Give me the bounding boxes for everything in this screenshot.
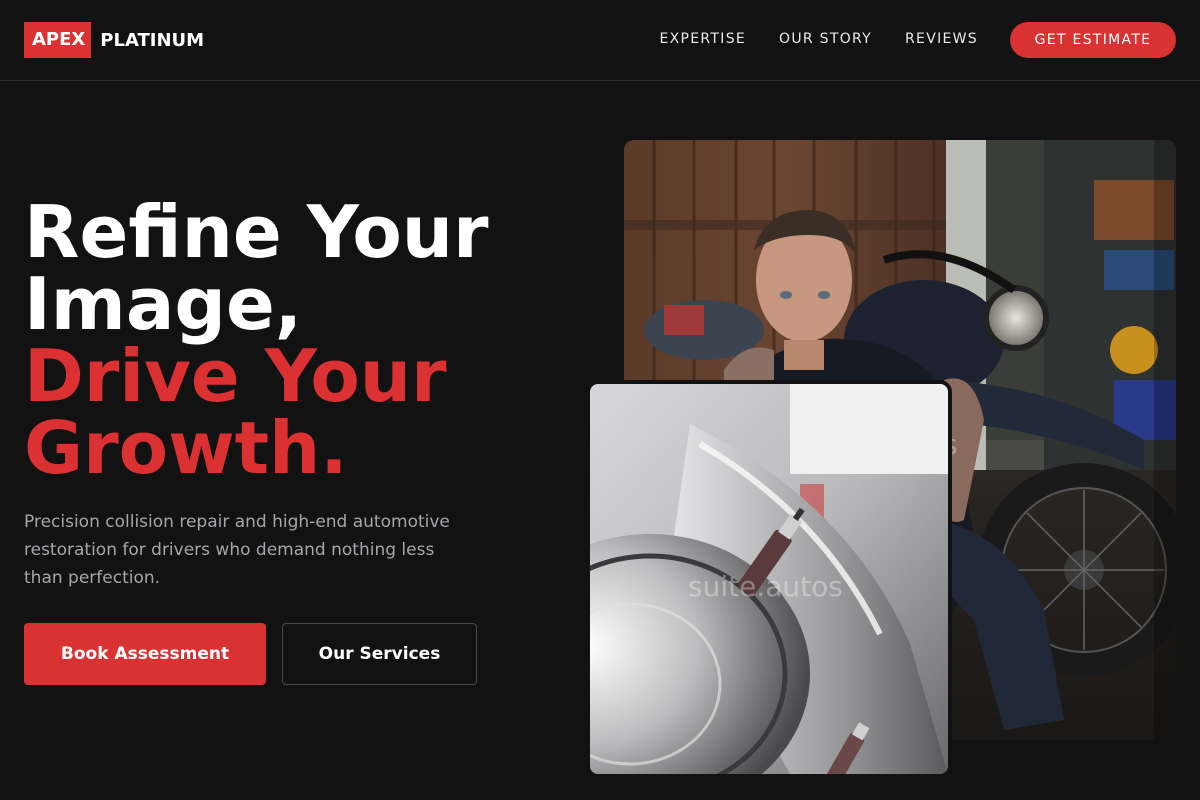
car-headlight-polishing-photo: suite.autos: [586, 380, 952, 778]
nav-link-expertise[interactable]: EXPERTISE: [659, 31, 746, 47]
logo-badge: APEX: [24, 22, 92, 58]
our-services-button[interactable]: Our Services: [282, 623, 477, 685]
headline-line-4: Growth.: [24, 406, 348, 490]
top-navigation: APEX PLATINUM EXPERTISE OUR STORY REVIEW…: [0, 0, 1200, 81]
headline-line-3: Drive Your: [24, 334, 447, 418]
front-photo-watermark: suite.autos: [688, 570, 843, 603]
headline-line-1: Refine Your: [24, 190, 489, 274]
nav-link-reviews[interactable]: REVIEWS: [905, 31, 978, 47]
logo-wordmark: PLATINUM: [100, 29, 205, 51]
nav-links: EXPERTISE OUR STORY REVIEWS: [626, 31, 978, 47]
hero-headline: Refine Your Image, Drive Your Growth.: [24, 196, 584, 484]
headline-line-2: Image,: [24, 262, 303, 346]
nav-link-our-story[interactable]: OUR STORY: [779, 31, 872, 47]
book-assessment-button[interactable]: Book Assessment: [24, 623, 266, 685]
brand-logo[interactable]: APEX PLATINUM: [24, 22, 204, 58]
hero-subtext: Precision collision repair and high-end …: [24, 512, 450, 588]
get-estimate-button[interactable]: GET ESTIMATE: [1010, 22, 1176, 58]
landing-page: APEX PLATINUM EXPERTISE OUR STORY REVIEW…: [0, 0, 1200, 800]
